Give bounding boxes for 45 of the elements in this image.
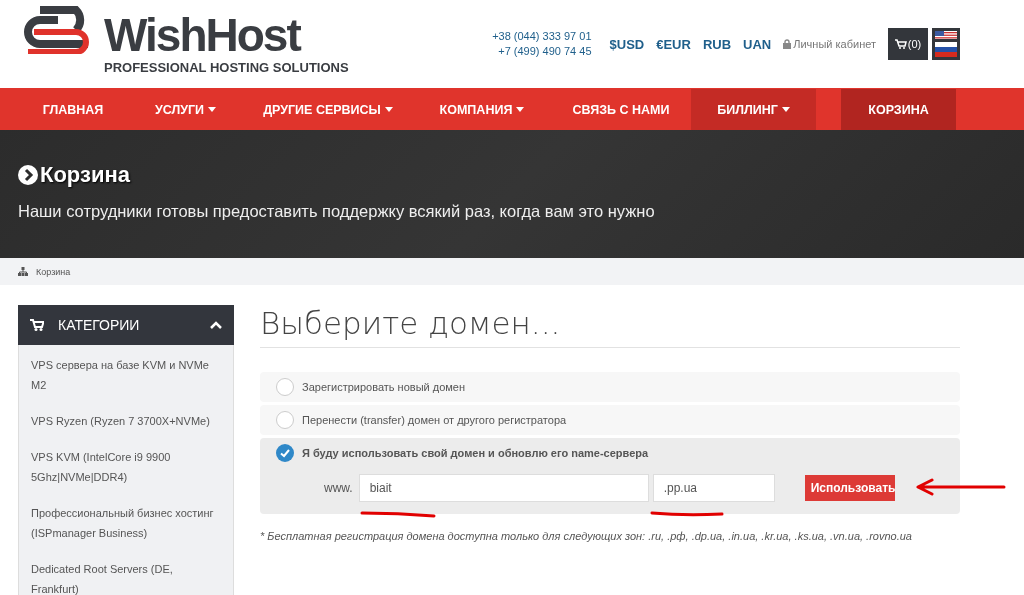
radio-button[interactable] bbox=[276, 444, 294, 462]
chevron-icon bbox=[210, 321, 222, 329]
category-link[interactable]: VPS KVM (IntelCore i9 9900 5Ghz|NVMe|DDR4) bbox=[31, 441, 221, 497]
radio-button[interactable] bbox=[276, 378, 294, 396]
section-heading: Выберите домен... bbox=[260, 305, 960, 348]
domain-input[interactable]: biait bbox=[358, 474, 649, 502]
category-link[interactable]: VPS Ryzen (Ryzen 7 3700X+NVMe) bbox=[31, 405, 221, 441]
page-title: Корзина bbox=[40, 162, 130, 188]
currency-link[interactable]: $USD bbox=[609, 36, 645, 52]
logo-tagline: PROFESSIONAL HOSTING SOLUTIONS bbox=[104, 59, 349, 75]
currency-link[interactable]: €EUR bbox=[656, 36, 691, 52]
nav-link[interactable]: СВЯЗЬ С НАМИ bbox=[551, 89, 691, 130]
nav-link[interactable]: ГЛАВНАЯ bbox=[18, 89, 128, 130]
option-label[interactable]: Перенести (transfer) домен от другого регистратора bbox=[302, 414, 567, 426]
categories-header[interactable]: КАТЕГОРИИ bbox=[18, 305, 234, 345]
radio-button[interactable] bbox=[276, 411, 294, 429]
cart-icon bbox=[894, 39, 907, 49]
account-link[interactable]: Личный кабинет bbox=[793, 38, 876, 50]
www-label: www. bbox=[324, 481, 353, 495]
logo-wordmark[interactable]: WishHost bbox=[104, 11, 349, 58]
tld-input[interactable]: .pp.ua bbox=[652, 474, 775, 502]
use-button[interactable]: Использовать bbox=[804, 475, 895, 501]
page-subtitle: Наши сотрудники готовы предоставить поддержку всякий раз, когда вам это нужно bbox=[18, 202, 656, 221]
footnote: * Бесплатная регистрация домена доступна только для следующих зон: .ru, .рф, .dp.ua, .in.ua, .kr.ua, .ks.ua, .vn.ua, .rovno.ua bbox=[260, 530, 913, 542]
phone-number[interactable]: +7 (499) 490 74 45 bbox=[498, 44, 592, 59]
category-link[interactable]: Профессиональный бизнес хостинг (ISPmanager Business) bbox=[31, 497, 221, 553]
chevron-circle-icon bbox=[18, 165, 38, 185]
lock-icon bbox=[783, 39, 792, 49]
nav-link[interactable]: КОРЗИНА bbox=[841, 89, 956, 130]
currency-link[interactable]: RUB bbox=[702, 36, 732, 52]
phone-number[interactable]: +38 (044) 333 97 01 bbox=[492, 29, 592, 44]
nav-link[interactable]: УСЛУГИ bbox=[128, 89, 243, 130]
category-link[interactable]: VPS сервера на базе KVM и NVMe M2 bbox=[31, 349, 221, 405]
cart-button[interactable]: (0) bbox=[888, 28, 928, 60]
category-link[interactable]: Dedicated Root Servers (DE, Frankfurt) bbox=[31, 553, 221, 595]
currency-link[interactable]: UAN bbox=[743, 36, 772, 52]
flag-icon[interactable] bbox=[932, 28, 960, 60]
nav-link[interactable]: ДРУГИЕ СЕРВИСЫ bbox=[243, 89, 413, 130]
nav-link[interactable]: КОМПАНИЯ bbox=[413, 89, 551, 130]
cart-icon bbox=[30, 319, 44, 331]
nav-link[interactable]: БИЛЛИНГ bbox=[691, 89, 816, 130]
sitemap-icon bbox=[18, 267, 28, 276]
option-label[interactable]: Зарегистрировать новый домен bbox=[302, 381, 466, 393]
option-label[interactable]: Я буду использовать свой домен и обновлю его name-сервера bbox=[302, 447, 649, 459]
breadcrumb-link[interactable]: Корзина bbox=[36, 266, 71, 277]
